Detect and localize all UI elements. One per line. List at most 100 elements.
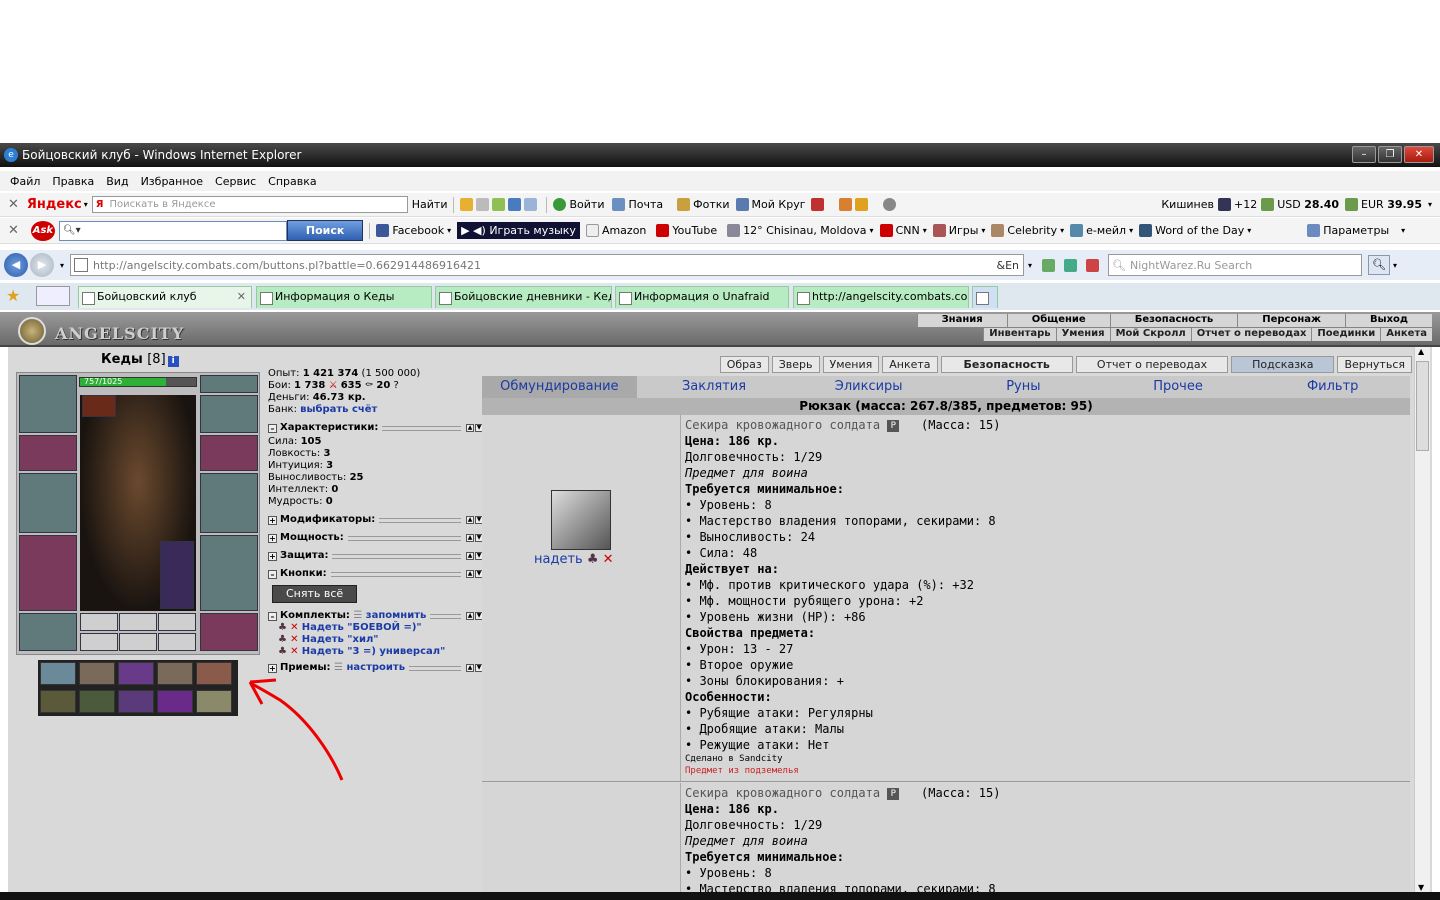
slot-ring-1[interactable] xyxy=(80,613,118,631)
refresh-icon[interactable] xyxy=(1064,258,1078,272)
collapsible-section[interactable]: + Модификаторы: ▲ ▼ xyxy=(268,514,483,526)
find-button[interactable]: Найти xyxy=(412,198,448,211)
menu-item[interactable]: Сервис xyxy=(215,175,256,188)
comment-icon[interactable] xyxy=(476,198,490,211)
tray-slot[interactable] xyxy=(118,690,154,713)
inventory-top-button[interactable]: Безопасность xyxy=(940,356,1073,373)
cnn-button[interactable]: CNN xyxy=(896,224,920,237)
tray-slot[interactable] xyxy=(157,690,193,713)
delete-set-icon[interactable]: ✕ xyxy=(290,622,298,633)
category-tab[interactable]: Эликсиры xyxy=(791,376,946,398)
inventory-top-button[interactable]: Зверь xyxy=(771,356,820,373)
game-menu-item[interactable]: Безопасность xyxy=(1109,314,1238,327)
game-menu-item[interactable]: Общение xyxy=(1006,314,1110,327)
maximize-button[interactable]: ❐ xyxy=(1378,146,1402,163)
photos-button[interactable]: Фотки xyxy=(693,198,729,211)
volume-icon[interactable]: ◀) xyxy=(473,224,486,237)
amazon-button[interactable]: Amazon xyxy=(602,224,646,237)
game-submenu-item[interactable]: Мой Скролл xyxy=(1109,328,1191,341)
axe-icon[interactable] xyxy=(551,490,611,550)
menu-item[interactable]: Файл xyxy=(10,175,40,188)
inventory-top-button[interactable]: Подсказка xyxy=(1231,356,1335,373)
remove-all-button[interactable]: Снять всё xyxy=(272,585,358,603)
ask-logo-icon[interactable]: Ask xyxy=(30,220,55,241)
tab-angelscity[interactable]: http://angelscity.combats.co... xyxy=(793,286,969,308)
chevron-down-icon[interactable]: ▾ xyxy=(1428,200,1432,209)
choose-account-link[interactable]: выбрать счёт xyxy=(300,404,377,415)
close-button[interactable]: ✕ xyxy=(1404,146,1434,163)
menu-item[interactable]: Правка xyxy=(52,175,94,188)
slot-ring-3[interactable] xyxy=(158,613,196,631)
tab-fight-club[interactable]: Бойцовский клуб ✕ xyxy=(78,286,252,308)
vertical-scrollbar[interactable]: ▲ ▼ xyxy=(1414,347,1430,892)
wear-item-link[interactable]: надеть ♣ ✕ xyxy=(534,552,614,567)
stop-icon[interactable] xyxy=(1086,258,1100,272)
yandex-logo[interactable]: Яндекс xyxy=(27,197,82,212)
tray-slot[interactable] xyxy=(40,690,76,713)
setup-tricks-link[interactable]: настроить xyxy=(346,662,405,674)
category-tab[interactable]: Фильтр xyxy=(1255,376,1410,398)
inventory-top-button[interactable]: Образ xyxy=(719,356,769,373)
tray-slot[interactable] xyxy=(196,690,232,713)
info-icon[interactable]: i xyxy=(167,356,179,367)
tray-slot[interactable] xyxy=(40,662,76,685)
slot-pants[interactable] xyxy=(200,535,258,611)
url-field[interactable]: http://angelscity.combats.com/buttons.pl… xyxy=(70,254,1025,276)
inventory-top-button[interactable]: Отчет о переводах xyxy=(1075,356,1229,373)
set-icon[interactable]: ♣ xyxy=(278,646,287,657)
game-submenu-item[interactable]: Анкета xyxy=(1380,328,1432,341)
music-player[interactable]: ▶ ◀) Играть музыку xyxy=(457,222,580,239)
minimize-button[interactable]: – xyxy=(1352,146,1376,163)
web-search-input[interactable]: 🔍︎ NightWarez.Ru Search xyxy=(1108,254,1363,276)
widgets-icon[interactable] xyxy=(811,198,825,211)
inventory-top-button[interactable]: Вернуться xyxy=(1337,356,1412,373)
tray-slot[interactable] xyxy=(118,662,154,685)
delete-set-icon[interactable]: ✕ xyxy=(290,634,298,645)
tray-slot[interactable] xyxy=(196,662,232,685)
slot-bracers[interactable] xyxy=(19,435,77,471)
new-tab-button[interactable] xyxy=(972,286,998,308)
login-button[interactable]: Войти xyxy=(569,198,604,211)
bars-icon[interactable] xyxy=(460,198,474,211)
collapsible-section[interactable]: + Мощность: ▲ ▼ xyxy=(268,532,483,544)
slot-necklace[interactable] xyxy=(200,395,258,433)
game-submenu-item[interactable]: Умения xyxy=(1055,328,1110,341)
tab-info-unafraid[interactable]: Информация о Unafraid xyxy=(615,286,789,308)
gift-icon[interactable]: ♣ xyxy=(587,552,599,567)
menu-item[interactable]: Избранное xyxy=(141,175,203,188)
email-button[interactable]: e-мейл xyxy=(1086,224,1126,237)
check-icon[interactable] xyxy=(492,198,506,211)
game-menu-item[interactable]: Персонаж xyxy=(1237,314,1345,327)
delete-set-icon[interactable]: ✕ xyxy=(290,646,298,657)
close-icon[interactable]: ✕ xyxy=(237,290,246,303)
slot-amulet-2[interactable] xyxy=(119,633,157,651)
effect-icon[interactable] xyxy=(82,395,116,417)
pet-slot[interactable] xyxy=(160,541,194,609)
back-button[interactable]: ◀ xyxy=(4,253,28,277)
search-go-icon[interactable]: 🔍︎ xyxy=(1368,255,1391,275)
category-tab[interactable]: Обмундирование xyxy=(482,376,637,398)
delete-item-icon[interactable]: ✕ xyxy=(603,552,614,567)
section-characteristics[interactable]: – Характеристики: ▲ ▼ xyxy=(268,422,483,434)
wear-set-link[interactable]: Надеть "хил" xyxy=(302,634,379,645)
font-icon[interactable] xyxy=(524,198,538,211)
bookmark-add-icon[interactable] xyxy=(839,198,853,211)
play-music-button[interactable]: Играть музыку xyxy=(489,224,576,237)
translate-icon[interactable] xyxy=(508,198,522,211)
slot-ring-2[interactable] xyxy=(119,613,157,631)
tab-diaries[interactable]: Бойцовские дневники - Кеды xyxy=(435,286,612,308)
params-button[interactable]: Параметры xyxy=(1323,224,1389,237)
celebrity-button[interactable]: Celebrity xyxy=(1007,224,1057,237)
youtube-button[interactable]: YouTube xyxy=(672,224,717,237)
inventory-top-button[interactable]: Умения xyxy=(822,356,880,373)
remember-set-link[interactable]: запомнить xyxy=(366,610,427,622)
slot-amulet-1[interactable] xyxy=(80,633,118,651)
section-tricks[interactable]: + Приемы: ☰ настроить ▲ ▼ xyxy=(268,662,483,674)
tray-slot[interactable] xyxy=(79,662,115,685)
slot-earrings[interactable] xyxy=(200,375,258,393)
forward-button[interactable]: ▶ xyxy=(30,253,54,277)
slot-belt[interactable] xyxy=(19,613,77,651)
game-menu-item[interactable]: Знания xyxy=(916,314,1007,327)
ask-search-input[interactable]: 🔍︎▾ xyxy=(58,220,287,241)
games-button[interactable]: Игры xyxy=(949,224,979,237)
